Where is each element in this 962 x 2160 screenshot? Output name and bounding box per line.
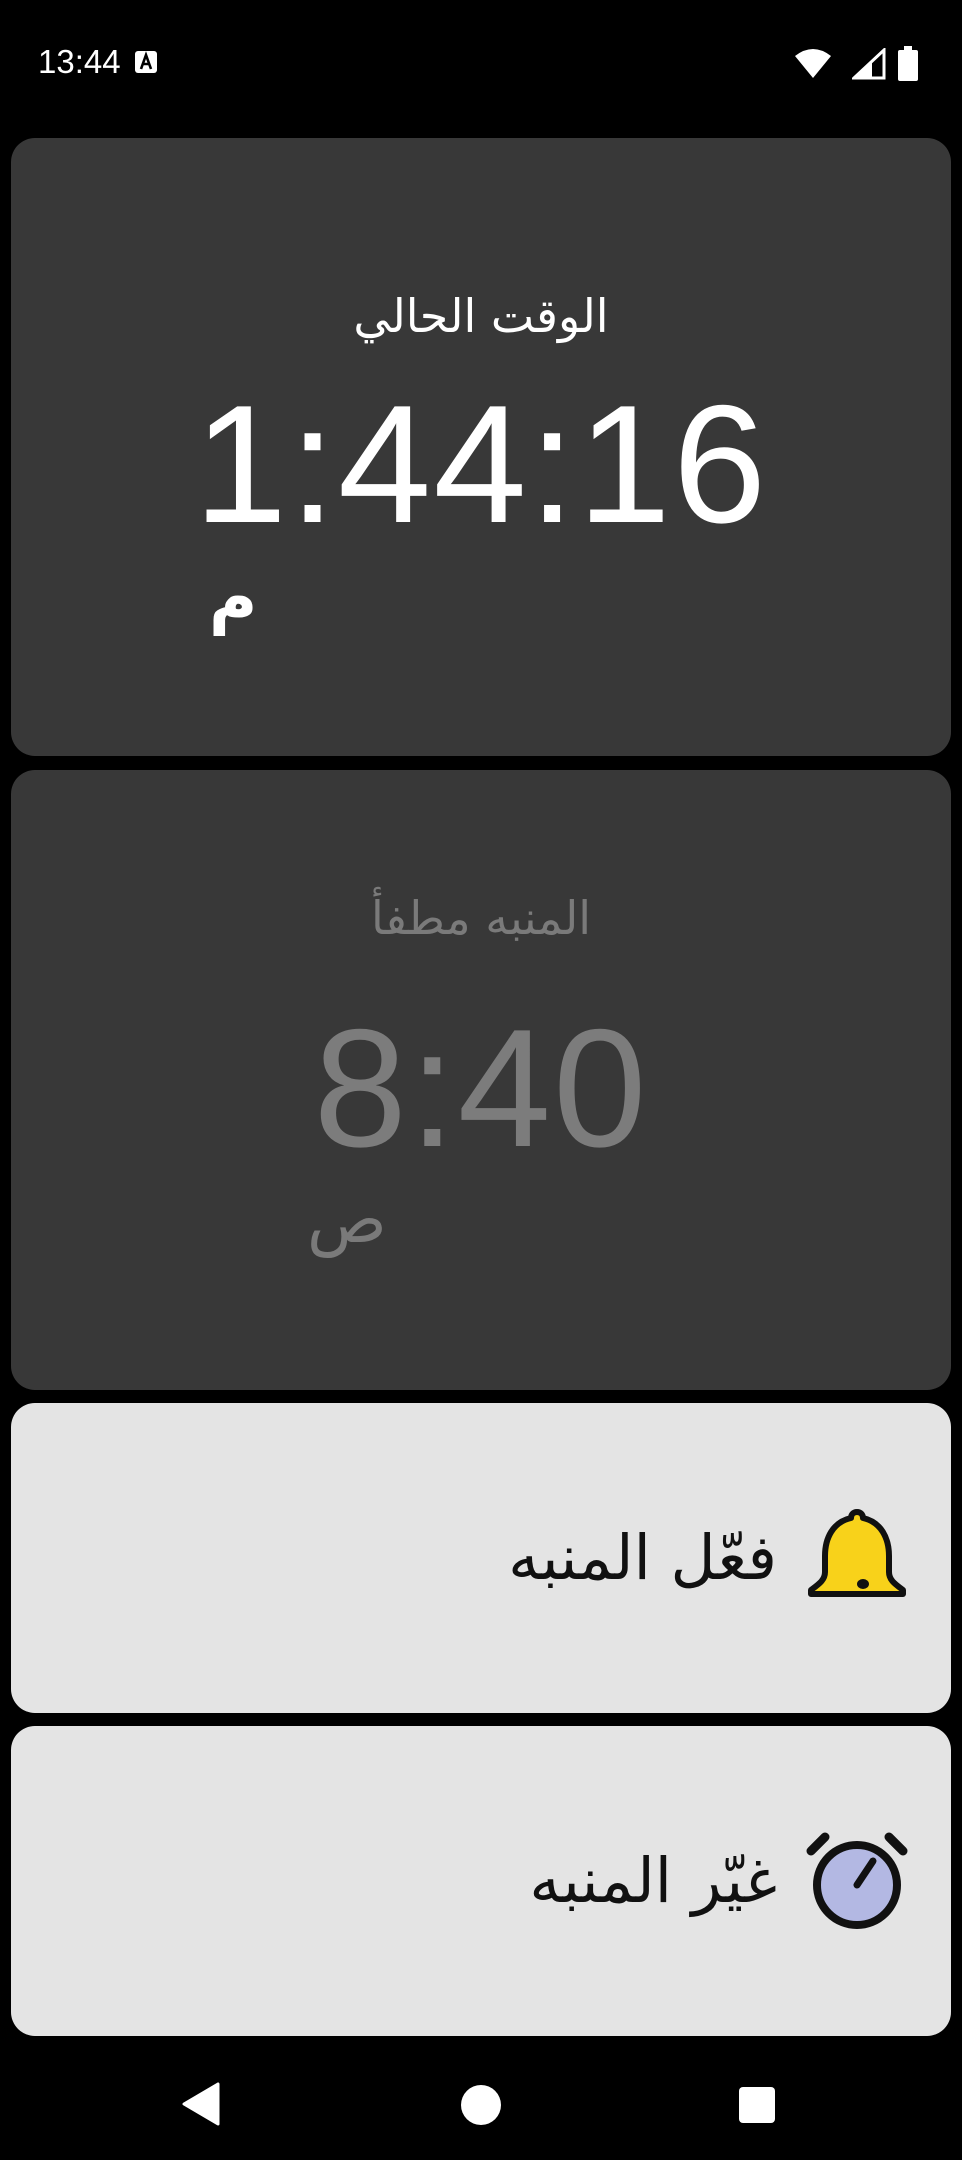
change-alarm-label: غيّر المنبه	[529, 1844, 777, 1917]
change-alarm-row: غيّر المنبه	[529, 1726, 911, 2036]
alarm-time-period: ص	[307, 1181, 387, 1258]
status-bar: 13:44	[0, 0, 962, 125]
home-icon[interactable]	[459, 2083, 503, 2131]
alarm-card: المنبه مطفأ 8:40 ص	[11, 770, 951, 1390]
signal-icon	[850, 46, 886, 84]
status-icons	[792, 44, 962, 84]
recents-icon[interactable]	[738, 2086, 776, 2128]
current-time-value: 1:44:16	[193, 370, 769, 558]
current-time-period: م	[209, 559, 258, 636]
current-time-card: الوقت الحالي 1:44:16 م	[11, 138, 951, 756]
wifi-icon	[794, 48, 832, 84]
enable-alarm-button[interactable]: فعّل المنبه	[11, 1403, 951, 1713]
current-time-heading: الوقت الحالي	[353, 289, 609, 343]
change-alarm-button[interactable]: غيّر المنبه	[11, 1726, 951, 2036]
bell-icon	[803, 1504, 911, 1612]
battery-icon	[897, 46, 919, 86]
navigation-bar	[0, 2040, 962, 2160]
alarm-status-heading: المنبه مطفأ	[370, 891, 592, 945]
back-icon[interactable]	[180, 2082, 222, 2130]
alarm-clock-icon	[803, 1827, 911, 1935]
enable-alarm-row: فعّل المنبه	[508, 1403, 911, 1713]
status-time: 13:44	[38, 43, 121, 80]
enable-alarm-label: فعّل المنبه	[508, 1521, 777, 1594]
text-a-icon	[134, 50, 158, 74]
alarm-time-value: 8:40	[313, 994, 649, 1182]
